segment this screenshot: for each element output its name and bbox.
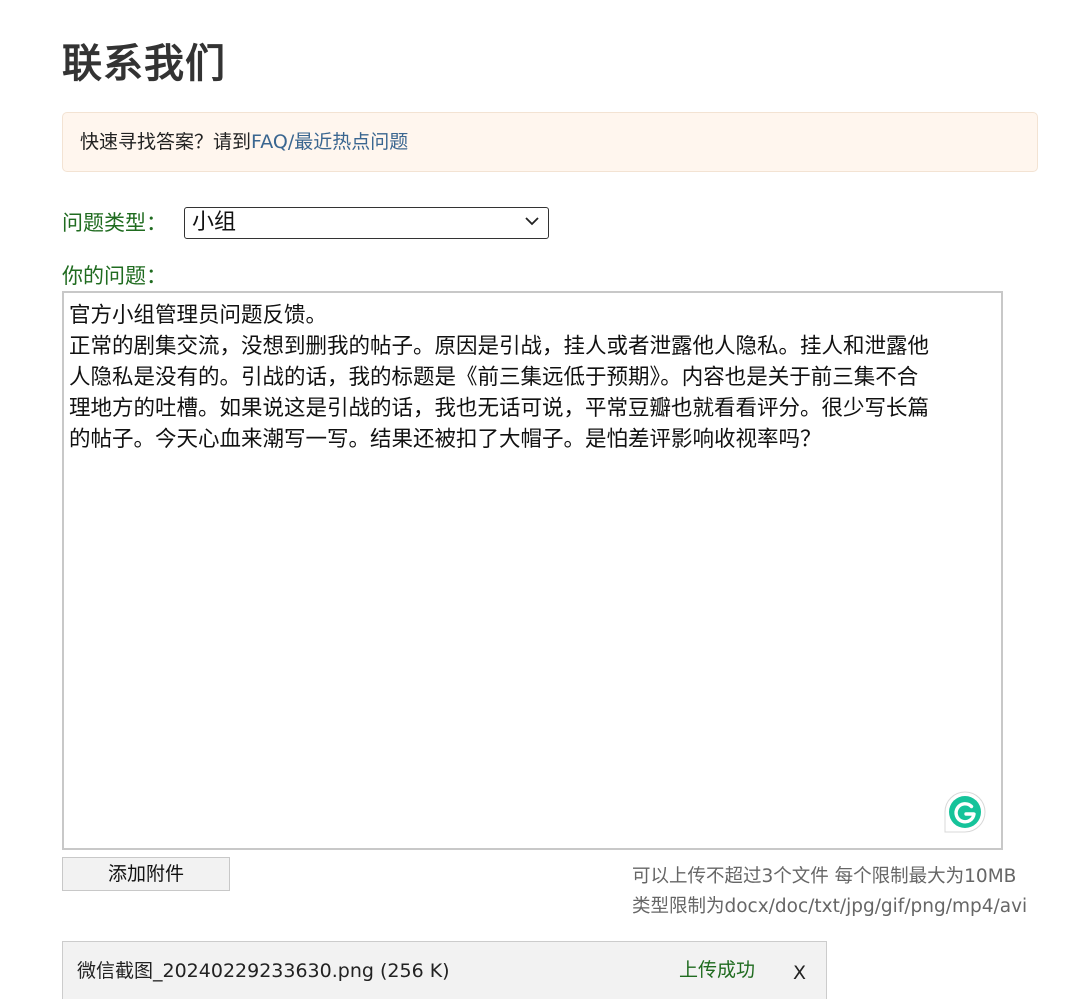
chevron-down-icon [525, 217, 539, 226]
question-text-line: 官方小组管理员问题反馈。 [69, 303, 328, 328]
attachment-filename: 微信截图_20240229233630.png (256 K) [77, 960, 450, 982]
upload-limit-text: 可以上传不超过3个文件 每个限制最大为10MB [632, 866, 1017, 887]
question-text-line: 人隐私是没有的。引战的话，我的标题是《前三集远低于预期》。内容也是关于前三集不合 [69, 365, 919, 390]
notice-text: 快速寻找答案？请到 [80, 131, 252, 153]
contact-page: 联系我们 快速寻找答案？请到FAQ/最近热点问题 问题类型： 小组 你的问题： … [0, 0, 1080, 1005]
question-type-label: 问题类型： [62, 211, 167, 235]
add-attachment-button[interactable]: 添加附件 [62, 857, 230, 891]
question-type-select[interactable]: 小组 [184, 207, 549, 239]
remove-attachment-button[interactable]: X [793, 959, 806, 987]
question-type-value: 小组 [192, 210, 237, 235]
upload-limits: 可以上传不超过3个文件 每个限制最大为10MB 类型限制为docx/doc/tx… [632, 862, 1027, 922]
question-text-line: 理地方的吐槽。如果说这是引战的话，我也无话可说，平常豆瓣也就看看评分。很少写长篇 [69, 396, 930, 421]
attachment-row: 微信截图_20240229233630.png (256 K) 上传成功 X [62, 941, 827, 999]
upload-status: 上传成功 [679, 959, 756, 981]
faq-notice: 快速寻找答案？请到FAQ/最近热点问题 [62, 112, 1038, 172]
question-text-line: 正常的剧集交流，没想到删我的帖子。原因是引战，挂人或者泄露他人隐私。挂人和泄露他 [69, 334, 930, 359]
grammarly-icon[interactable] [941, 788, 989, 836]
question-text-line: 的帖子。今天心血来潮写一写。结果还被扣了大帽子。是怕差评影响收视率吗？ [69, 427, 822, 452]
upload-types-text: 类型限制为docx/doc/txt/jpg/gif/png/mp4/avi [632, 896, 1028, 917]
question-textarea[interactable]: 官方小组管理员问题反馈。 正常的剧集交流，没想到删我的帖子。原因是引战，挂人或者… [62, 291, 1003, 850]
page-title: 联系我们 [62, 41, 226, 87]
question-label: 你的问题： [62, 264, 167, 288]
faq-link[interactable]: FAQ/最近热点问题 [251, 131, 408, 153]
